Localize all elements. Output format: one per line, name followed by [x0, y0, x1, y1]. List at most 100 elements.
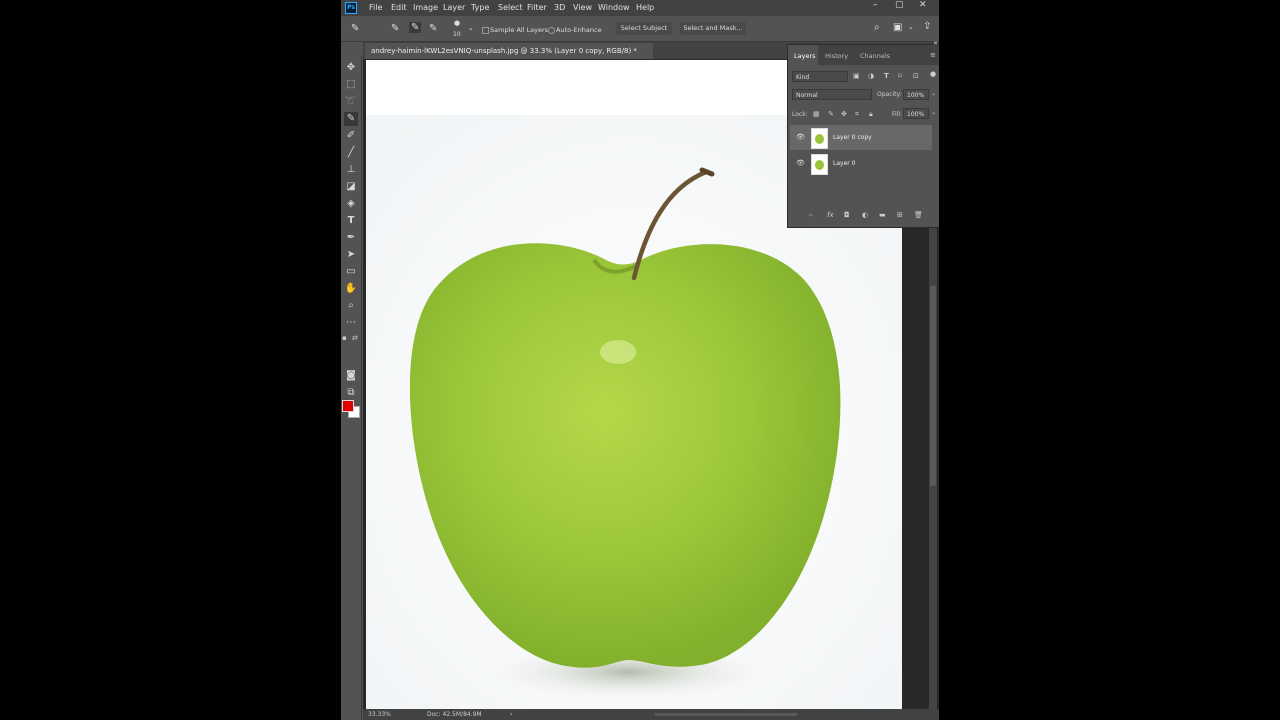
lock-position-icon[interactable]: ✥ — [841, 110, 847, 118]
blend-mode-value: Normal — [796, 92, 818, 99]
opacity-field[interactable]: 100% — [903, 89, 929, 100]
fill-chevron-icon[interactable]: ⌄ — [931, 109, 936, 116]
screen-mode-icon[interactable]: ⧉ — [344, 386, 358, 400]
pen-tool-icon[interactable]: ✒ — [344, 231, 358, 245]
search-icon[interactable]: ⌕ — [874, 22, 880, 33]
layer-row-layer-0[interactable]: 👁︎ Layer 0 — [790, 151, 932, 176]
layer-style-fx-icon[interactable]: fx — [827, 211, 834, 219]
filter-toggle-icon[interactable]: ● — [930, 70, 936, 78]
rectangle-tool-icon[interactable]: ▭ — [344, 265, 358, 279]
sample-all-layers-checkbox[interactable] — [482, 27, 489, 34]
swap-colors-icon[interactable]: ⇄ — [352, 334, 358, 342]
layers-panel: Layers Layers History Channels ≡ ✕ Kind … — [787, 40, 939, 228]
workspace-icon[interactable]: ▣ — [893, 22, 902, 33]
layer-filter-row: Kind ▣ ◑ T ⌑ ⊡ ● — [788, 69, 939, 87]
new-adjustment-layer-icon[interactable]: ◐ — [862, 211, 868, 219]
document-tab[interactable]: andrey-haimin-lKWL2esVNIQ-unsplash.jpg @… — [365, 43, 653, 59]
brush-tool-icon[interactable]: ╱ — [344, 146, 358, 160]
vertical-scrollbar-thumb[interactable] — [930, 286, 936, 486]
workspace-chevron-icon[interactable]: ⌄ — [908, 23, 914, 31]
filter-kind-select[interactable]: Kind — [792, 71, 848, 82]
filter-pixel-icon[interactable]: ▣ — [853, 72, 860, 80]
foreground-color-swatch[interactable] — [342, 400, 354, 412]
menu-3d[interactable]: 3D — [554, 3, 565, 12]
vertical-scrollbar[interactable] — [929, 226, 937, 709]
select-subject-button[interactable]: Select Subject — [616, 22, 672, 35]
subtract-from-selection-icon[interactable]: ✎ — [429, 23, 437, 34]
menu-file[interactable]: File — [369, 3, 382, 12]
menu-window[interactable]: Window — [598, 3, 630, 12]
menu-edit[interactable]: Edit — [391, 3, 407, 12]
menu-type[interactable]: Type — [471, 3, 489, 12]
move-tool-icon[interactable]: ✥ — [344, 61, 358, 75]
share-icon[interactable]: ⇪ — [923, 21, 931, 32]
layer-thumbnail — [811, 154, 828, 175]
paint-bucket-tool-icon[interactable]: ◈ — [344, 197, 358, 211]
brush-picker-chevron-icon[interactable]: ⌄ — [468, 24, 474, 32]
auto-enhance-checkbox[interactable] — [548, 27, 555, 34]
menu-filter[interactable]: Filter — [527, 3, 547, 12]
quick-mask-icon[interactable]: ◙ — [344, 369, 358, 383]
tab-layers-label[interactable]: Layers — [794, 52, 816, 60]
close-button[interactable]: ✕ — [919, 0, 927, 10]
menu-help[interactable]: Help — [636, 3, 654, 12]
layer-name[interactable]: Layer 0 — [833, 160, 855, 167]
filter-type-icon[interactable]: T — [884, 72, 889, 80]
fill-value: 100% — [907, 111, 925, 118]
quick-selection-tool-preset-icon[interactable]: ✎ — [351, 23, 359, 34]
panel-close-icon[interactable]: ✕ — [933, 40, 938, 47]
clone-stamp-tool-icon[interactable]: ⊥ — [344, 163, 358, 177]
link-layers-icon[interactable]: ∞ — [808, 211, 814, 219]
menu-view[interactable]: View — [573, 3, 592, 12]
menu-layer[interactable]: Layer — [443, 3, 465, 12]
marquee-tool-icon[interactable]: ⬚ — [344, 78, 358, 92]
quick-selection-tool-icon[interactable]: ✎ — [344, 112, 358, 126]
restore-button[interactable]: ▢ — [895, 0, 904, 10]
panel-menu-icon[interactable]: ≡ — [930, 51, 936, 59]
eraser-tool-icon[interactable]: ◪ — [344, 180, 358, 194]
zoom-level[interactable]: 33.33% — [368, 709, 391, 720]
layer-name[interactable]: Layer 0 copy — [833, 134, 872, 141]
filter-shape-icon[interactable]: ⌑ — [898, 72, 902, 80]
menu-image[interactable]: Image — [413, 3, 438, 12]
filter-kind-label: Kind — [796, 74, 810, 81]
visibility-eye-icon[interactable]: 👁︎ — [796, 133, 805, 141]
add-to-selection-icon[interactable]: ✎ — [409, 22, 422, 33]
opacity-label: Opacity: — [877, 91, 902, 98]
opacity-value: 100% — [907, 92, 925, 99]
filter-smart-object-icon[interactable]: ⊡ — [913, 72, 919, 80]
path-selection-tool-icon[interactable]: ➤ — [344, 248, 358, 262]
delete-layer-icon[interactable]: 🗑︎ — [914, 211, 923, 219]
hand-tool-icon[interactable]: ✋ — [344, 282, 358, 296]
fill-field[interactable]: 100% — [903, 108, 929, 119]
more-tools-icon[interactable]: ⋯ — [344, 316, 358, 330]
layer-row-layer-0-copy[interactable]: 👁︎ Layer 0 copy — [790, 125, 932, 150]
new-layer-icon[interactable]: ⊞ — [897, 211, 903, 219]
select-and-mask-button[interactable]: Select and Mask... — [680, 22, 746, 35]
eyedropper-tool-icon[interactable]: ✐ — [344, 129, 358, 143]
lock-all-icon[interactable]: 🔒︎ — [869, 110, 873, 119]
tab-channels[interactable]: Channels — [860, 52, 890, 60]
opacity-chevron-icon[interactable]: ⌄ — [931, 90, 936, 97]
tab-history[interactable]: History — [825, 52, 848, 60]
lasso-tool-icon[interactable]: ➰ — [344, 95, 358, 109]
minimize-button[interactable]: – — [873, 0, 878, 10]
brush-size-value[interactable]: 10 — [453, 31, 461, 38]
new-group-icon[interactable]: ▬ — [879, 211, 886, 219]
lock-image-icon[interactable]: ✎ — [828, 110, 834, 118]
filter-adjustment-icon[interactable]: ◑ — [868, 72, 874, 80]
auto-enhance-label: Auto-Enhance — [556, 26, 602, 34]
type-tool-icon[interactable]: T — [344, 214, 358, 228]
lock-transparent-icon[interactable]: ▦ — [813, 110, 820, 118]
visibility-eye-icon[interactable]: 👁︎ — [796, 159, 805, 167]
lock-artboard-icon[interactable]: ⌗ — [855, 110, 859, 119]
default-colors-icon[interactable]: ▪ — [342, 334, 347, 342]
menu-select[interactable]: Select — [498, 3, 523, 12]
panel-tabs: Layers Layers History Channels ≡ ✕ — [788, 40, 939, 65]
new-selection-icon[interactable]: ✎ — [391, 23, 399, 34]
status-arrow-icon[interactable]: › — [510, 709, 512, 720]
horizontal-scrollbar[interactable] — [655, 713, 797, 716]
add-mask-icon[interactable]: ◘ — [844, 211, 850, 219]
zoom-tool-icon[interactable]: ⌕ — [344, 299, 358, 313]
blend-mode-select[interactable]: Normal — [792, 89, 872, 100]
